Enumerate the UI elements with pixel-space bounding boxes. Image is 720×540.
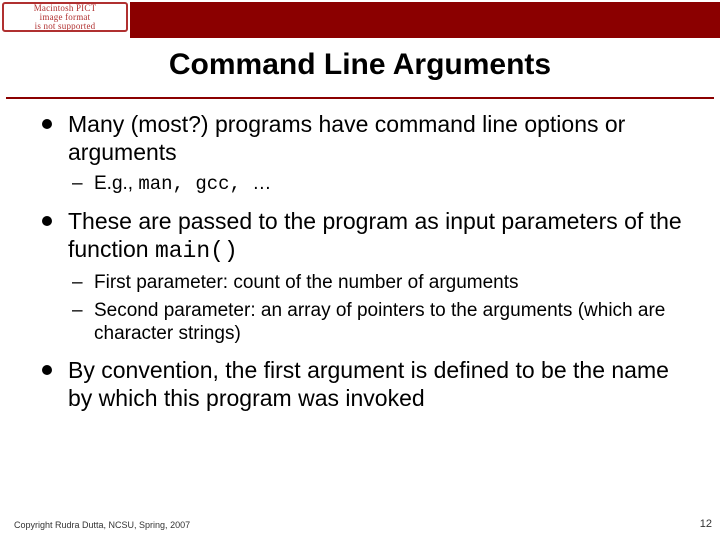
footer-copyright: Copyright Rudra Dutta, NCSU, Spring, 200… bbox=[14, 520, 190, 530]
sub-text: First parameter: count of the number of … bbox=[94, 272, 519, 293]
sub-text: E.g., bbox=[94, 173, 138, 194]
header-bar bbox=[130, 2, 720, 38]
code-text: man, gcc, bbox=[138, 173, 252, 195]
sub-text: Second parameter: an array of pointers t… bbox=[94, 300, 665, 345]
page-number: 12 bbox=[700, 518, 712, 530]
slide-body: Many (most?) programs have command line … bbox=[40, 110, 690, 422]
sub-list: First parameter: count of the number of … bbox=[68, 271, 690, 346]
bullet-item: These are passed to the program as input… bbox=[40, 207, 690, 346]
sub-text: … bbox=[252, 173, 271, 194]
bullet-item: By convention, the first argument is def… bbox=[40, 356, 690, 412]
slide-title: Command Line Arguments bbox=[0, 48, 720, 82]
bullet-text: By convention, the first argument is def… bbox=[68, 357, 669, 411]
bullet-item: Many (most?) programs have command line … bbox=[40, 110, 690, 197]
sub-item: Second parameter: an array of pointers t… bbox=[68, 299, 690, 347]
bullet-list: Many (most?) programs have command line … bbox=[40, 110, 690, 412]
sub-item: First parameter: count of the number of … bbox=[68, 271, 690, 295]
pict-badge: Macintosh PICT image format is not suppo… bbox=[2, 2, 128, 32]
code-text: main() bbox=[155, 238, 238, 264]
title-divider bbox=[6, 97, 714, 99]
slide: Macintosh PICT image format is not suppo… bbox=[0, 0, 720, 540]
sub-item: E.g., man, gcc, … bbox=[68, 172, 690, 197]
sub-list: E.g., man, gcc, … bbox=[68, 172, 690, 197]
badge-line: is not supported bbox=[35, 22, 96, 31]
bullet-text: Many (most?) programs have command line … bbox=[68, 111, 625, 165]
